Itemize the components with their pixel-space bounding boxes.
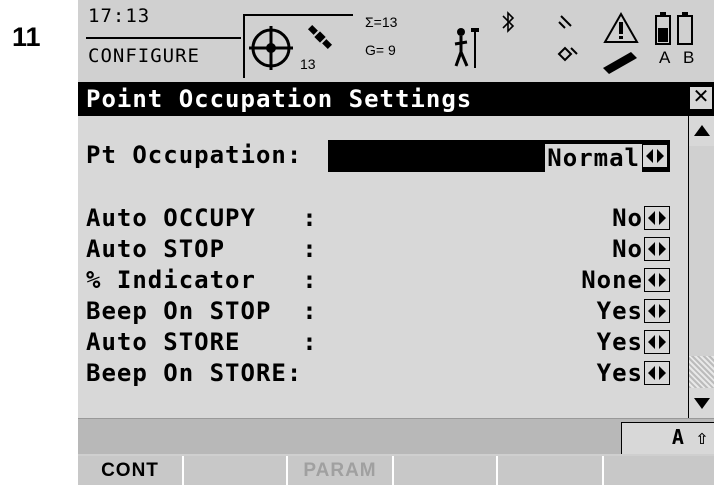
beep-on-store-value[interactable]: Yes	[597, 359, 643, 387]
arrow-selector-icon[interactable]	[644, 299, 670, 323]
status-bar: 17:13 CONFIGURE 13 Σ=13 G= 9 A B	[78, 0, 714, 84]
satellite-icon	[307, 24, 333, 50]
input-mode: A ⇧	[671, 425, 708, 449]
beep-on-stop-label: Beep On STOP :	[86, 297, 318, 325]
divider	[86, 37, 241, 39]
title-bar: Point Occupation Settings ✕	[78, 82, 714, 116]
battery-b-label: B	[683, 48, 695, 67]
auto-occupy-label: Auto OCCUPY :	[86, 204, 318, 232]
scroll-down-icon[interactable]	[689, 388, 714, 418]
cont-button[interactable]: CONT	[78, 456, 184, 485]
indicator-value[interactable]: None	[581, 266, 643, 294]
pt-occupation-value: Normal	[545, 144, 642, 172]
input-bar: A ⇧	[78, 418, 714, 455]
settings-form: Pt Occupation: Normal Auto OCCUPY : No A…	[78, 116, 688, 418]
softkey-2[interactable]	[184, 456, 288, 485]
scroll-thumb[interactable]	[689, 146, 714, 357]
arrow-selector-icon[interactable]	[644, 268, 670, 292]
auto-stop-value[interactable]: No	[612, 235, 643, 263]
beep-on-store-label: Beep On STORE:	[86, 359, 303, 387]
softkey-6[interactable]	[604, 456, 714, 485]
param-button[interactable]: PARAM	[288, 456, 394, 485]
bluetooth-icon	[502, 11, 515, 33]
radio-icon	[557, 15, 578, 62]
status-icons-area: Σ=13 G= 9 A B	[353, 0, 714, 82]
position-status-box: 13	[243, 14, 357, 78]
indicator-label: % Indicator :	[86, 266, 318, 294]
scrollbar[interactable]	[688, 116, 714, 418]
auto-store-label: Auto STORE :	[86, 328, 318, 356]
rover-icon	[454, 28, 479, 68]
scroll-up-icon[interactable]	[689, 116, 714, 146]
pt-occupation-field[interactable]: Normal	[328, 140, 670, 172]
gps-satellites: G= 9	[365, 42, 396, 58]
auto-stop-label: Auto STOP :	[86, 235, 318, 263]
instrument-screen: 17:13 CONFIGURE 13 Σ=13 G= 9 A B Point O…	[78, 0, 714, 485]
satellite-count: 13	[300, 56, 316, 72]
mode-label: CONFIGURE	[88, 45, 200, 67]
close-icon[interactable]: ✕	[690, 87, 712, 109]
softkey-5[interactable]	[498, 456, 604, 485]
page-title: Point Occupation Settings	[86, 85, 473, 113]
step-number: 11	[12, 22, 41, 52]
arrow-selector-icon[interactable]	[644, 361, 670, 385]
auto-occupy-value[interactable]: No	[612, 204, 643, 232]
auto-store-value[interactable]: Yes	[597, 328, 643, 356]
warning-icon	[603, 11, 639, 74]
softkey-bar: CONT PARAM	[78, 454, 714, 485]
arrow-selector-icon[interactable]	[642, 144, 668, 168]
sum-satellites: Σ=13	[365, 14, 398, 30]
arrow-selector-icon[interactable]	[644, 330, 670, 354]
softkey-4[interactable]	[394, 456, 498, 485]
battery-a-label: A	[659, 48, 671, 67]
arrow-selector-icon[interactable]	[644, 206, 670, 230]
input-mode-box: A ⇧	[621, 422, 714, 455]
clock: 17:13	[88, 5, 151, 27]
scroll-track[interactable]	[689, 356, 714, 388]
pt-occupation-label: Pt Occupation:	[86, 141, 303, 169]
arrow-selector-icon[interactable]	[644, 237, 670, 261]
beep-on-stop-value[interactable]: Yes	[597, 297, 643, 325]
